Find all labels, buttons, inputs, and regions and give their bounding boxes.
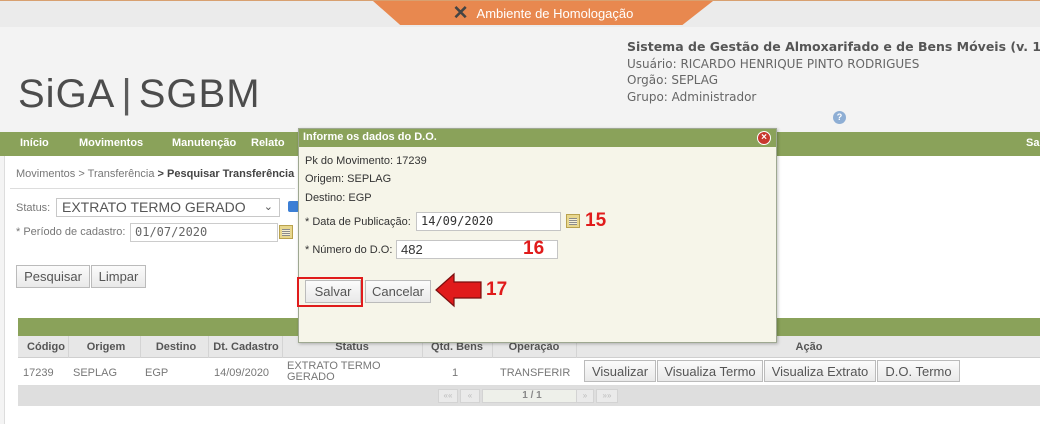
- cell-status: EXTRATO TERMO GERADO: [287, 360, 381, 383]
- divider: [10, 188, 295, 189]
- publication-date-label: * Data de Publicação:: [305, 216, 411, 228]
- help-icon[interactable]: ?: [833, 111, 846, 124]
- cell-date: 14/09/2020: [214, 367, 270, 379]
- clear-button[interactable]: Limpar: [91, 265, 146, 288]
- annotation-17: 17: [486, 279, 508, 300]
- pager-current: 1 / 1: [482, 389, 582, 403]
- breadcrumb-transferencia[interactable]: > Transferência: [78, 168, 154, 180]
- arrow-left-icon: [435, 272, 482, 308]
- cell-code: 17239: [23, 367, 54, 379]
- breadcrumb: Movimentos > Transferência > Pesquisar T…: [16, 168, 294, 180]
- cancel-button[interactable]: Cancelar: [365, 280, 431, 303]
- pager-last[interactable]: »»: [596, 389, 618, 403]
- col-dt-cadastro[interactable]: Dt. Cadastro: [210, 341, 282, 353]
- nav-item-sair[interactable]: Sai: [1026, 137, 1040, 149]
- dialog-dest: Destino: EGP: [305, 192, 372, 204]
- cell-origin: SEPLAG: [73, 367, 118, 379]
- visualizar-button[interactable]: Visualizar: [584, 360, 656, 382]
- status-label: Status:: [16, 202, 51, 214]
- dialog-title: Informe os dados do D.O.: [299, 129, 776, 147]
- chevron-down-icon: ⌄: [263, 201, 273, 213]
- breadcrumb-movimentos[interactable]: Movimentos: [16, 168, 75, 180]
- org-info: Orgão: SEPLAG: [627, 73, 719, 87]
- do-number-label: * Número do D.O:: [305, 244, 393, 256]
- nav-item-inicio[interactable]: Início: [20, 137, 49, 149]
- nav-item-movimentos[interactable]: Movimentos: [79, 137, 143, 149]
- environment-banner: ✕ Ambiente de Homologação: [0, 0, 1040, 27]
- col-codigo[interactable]: Código: [24, 341, 68, 353]
- header: SiGA | SGBM Sistema de Gestão de Almoxarif…: [0, 27, 1040, 132]
- do-dialog: Informe os dados do D.O. × Pk do Movimen…: [298, 128, 777, 343]
- cell-qty: 1: [452, 367, 459, 379]
- dialog-origin: Origem: SEPLAG: [305, 173, 392, 185]
- do-termo-button[interactable]: D.O. Termo: [877, 360, 960, 382]
- visualiza-extrato-button[interactable]: Visualiza Extrato: [764, 360, 876, 382]
- annotation-15: 15: [585, 210, 607, 231]
- publication-date-input[interactable]: 14/09/2020: [416, 212, 561, 231]
- dialog-pk: Pk do Movimento: 17239: [305, 155, 427, 167]
- cell-operation: TRANSFERIR: [500, 367, 571, 379]
- period-label: * Período de cadastro:: [16, 226, 126, 238]
- status-select[interactable]: EXTRATO TERMO GERADO ⌄: [56, 198, 280, 217]
- system-title: Sistema de Gestão de Almoxarifado e de B…: [627, 39, 1040, 54]
- app-logo: SiGA | SGBM: [18, 72, 261, 116]
- col-origem[interactable]: Origem: [76, 341, 136, 353]
- save-highlight-box: [297, 277, 363, 307]
- calendar-icon[interactable]: [566, 214, 580, 228]
- visualiza-termo-button[interactable]: Visualiza Termo: [657, 360, 763, 382]
- close-icon[interactable]: ×: [757, 131, 771, 145]
- cell-dest: EGP: [145, 367, 169, 379]
- tools-icon: ✕: [452, 2, 469, 24]
- search-button[interactable]: Pesquisar: [16, 265, 90, 288]
- pager-first[interactable]: ««: [438, 389, 458, 403]
- system-info: Sistema de Gestão de Almoxarifado e de B…: [627, 39, 1040, 105]
- table-row: 17239 SEPLAG EGP 14/09/2020 EXTRATO TERM…: [18, 358, 1040, 386]
- pager-prev[interactable]: «: [460, 389, 480, 403]
- pager: «« « 1 / 1 » »»: [18, 386, 1040, 406]
- period-start-input[interactable]: 01/07/2020: [130, 223, 278, 242]
- environment-tab: ✕ Ambiente de Homologação: [373, 1, 713, 25]
- user-info: Usuário: RICARDO HENRIQUE PINTO RODRIGUE…: [627, 56, 920, 71]
- annotation-16: 16: [523, 238, 545, 259]
- col-destino[interactable]: Destino: [146, 341, 206, 353]
- breadcrumb-current: > Pesquisar Transferência: [157, 168, 295, 180]
- calendar-icon[interactable]: [279, 225, 293, 239]
- pager-next[interactable]: »: [576, 389, 594, 403]
- nav-item-relatorios[interactable]: Relato: [251, 137, 285, 149]
- group-info: Grupo: Administrador: [627, 89, 757, 104]
- environment-label: Ambiente de Homologação: [476, 5, 634, 21]
- nav-item-manutencao[interactable]: Manutenção: [172, 137, 236, 149]
